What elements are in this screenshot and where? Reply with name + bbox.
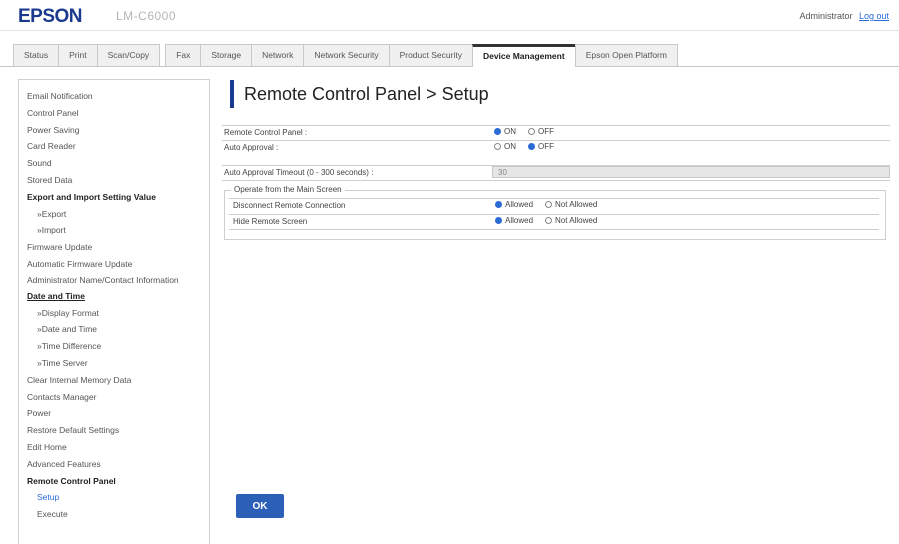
sidebar-item-export[interactable]: »Export	[19, 206, 209, 223]
sidebar-item-sound[interactable]: Sound	[19, 155, 209, 172]
tab-device-management[interactable]: Device Management	[471, 44, 576, 67]
remote-control-panel-radio-group: ON OFF	[494, 127, 566, 136]
admin-area: Administrator Log out	[799, 11, 889, 21]
sidebar-item-edit-home[interactable]: Edit Home	[19, 439, 209, 456]
sidebar-item-automatic-firmware-update[interactable]: Automatic Firmware Update	[19, 256, 209, 273]
operate-from-main-screen-group: Operate from the Main Screen Disconnect …	[224, 185, 886, 240]
tab-network[interactable]: Network	[251, 44, 305, 66]
hide-screen-not-allowed-radio[interactable]: Not Allowed	[545, 216, 597, 225]
tab-fax[interactable]: Fax	[165, 44, 202, 66]
sidebar-item-control-panel[interactable]: Control Panel	[19, 105, 209, 122]
page-title: Remote Control Panel > Setup	[230, 80, 489, 108]
sidebar-item-administrator-name[interactable]: Administrator Name/Contact Information	[19, 273, 209, 288]
disconnect-remote-connection-label: Disconnect Remote Connection	[233, 201, 346, 210]
auto-approval-radio-group: ON OFF	[494, 142, 566, 151]
hide-screen-radio-group: Allowed Not Allowed	[495, 216, 609, 225]
sidebar-item-display-format[interactable]: »Display Format	[19, 305, 209, 322]
auto-approval-timeout-row: Auto Approval Timeout (0 - 300 seconds) …	[222, 165, 890, 181]
remote-control-panel-row: Remote Control Panel : ON OFF	[222, 125, 890, 140]
sidebar-item-time-difference[interactable]: »Time Difference	[19, 338, 209, 355]
remote-control-panel-off-radio[interactable]: OFF	[528, 127, 554, 136]
sidebar-item-setup[interactable]: Setup	[19, 489, 209, 506]
sidebar-heading-export-import[interactable]: Export and Import Setting Value	[19, 189, 209, 206]
sidebar: Email Notification Control Panel Power S…	[18, 79, 210, 544]
auto-approval-off-radio[interactable]: OFF	[528, 142, 554, 151]
sidebar-item-import[interactable]: »Import	[19, 222, 209, 239]
admin-label: Administrator	[799, 11, 853, 21]
tab-print[interactable]: Print	[58, 44, 98, 66]
tab-bar: Status Print Scan/Copy Fax Storage Netwo…	[0, 44, 899, 67]
sidebar-item-time-server[interactable]: »Time Server	[19, 355, 209, 372]
remote-control-panel-on-radio[interactable]: ON	[494, 127, 516, 136]
auto-approval-on-radio[interactable]: ON	[494, 142, 516, 151]
sidebar-item-advanced-features[interactable]: Advanced Features	[19, 456, 209, 473]
radio-unselected-icon	[494, 143, 501, 150]
sidebar-item-contacts-manager[interactable]: Contacts Manager	[19, 389, 209, 406]
radio-unselected-icon	[545, 201, 553, 208]
epson-logo: EPSON	[18, 6, 83, 27]
auto-approval-timeout-input[interactable]: 30	[492, 166, 890, 178]
sidebar-heading-date-and-time[interactable]: Date and Time	[19, 288, 209, 305]
auto-approval-label: Auto Approval :	[224, 143, 279, 152]
sidebar-item-power[interactable]: Power	[19, 405, 209, 422]
tab-status[interactable]: Status	[13, 44, 60, 66]
radio-selected-icon	[495, 217, 502, 224]
sidebar-item-stored-data[interactable]: Stored Data	[19, 172, 209, 189]
hide-remote-screen-label: Hide Remote Screen	[233, 217, 308, 226]
header-bar: EPSON LM-C6000 Administrator Log out	[0, 0, 899, 31]
tab-storage[interactable]: Storage	[200, 44, 253, 66]
tab-scan-copy[interactable]: Scan/Copy	[96, 44, 161, 66]
disconnect-allowed-radio[interactable]: Allowed	[495, 200, 533, 209]
sidebar-item-date-and-time[interactable]: »Date and Time	[19, 321, 209, 338]
disconnect-radio-group: Allowed Not Allowed	[495, 200, 609, 209]
model-name: LM-C6000	[116, 9, 177, 23]
radio-selected-icon	[528, 143, 535, 150]
remote-control-panel-label: Remote Control Panel :	[224, 128, 308, 137]
disconnect-not-allowed-radio[interactable]: Not Allowed	[545, 200, 597, 209]
sidebar-item-power-saving[interactable]: Power Saving	[19, 122, 209, 139]
auto-approval-timeout-label: Auto Approval Timeout (0 - 300 seconds) …	[224, 168, 374, 177]
tab-product-security[interactable]: Product Security	[388, 44, 473, 66]
radio-selected-icon	[494, 128, 501, 135]
auto-approval-row: Auto Approval : ON OFF	[222, 140, 890, 155]
tabs: Status Print Scan/Copy Fax Storage Netwo…	[13, 44, 678, 67]
radio-unselected-icon	[545, 217, 553, 224]
sidebar-item-card-reader[interactable]: Card Reader	[19, 138, 209, 155]
radio-selected-icon	[495, 201, 502, 208]
sidebar-item-email-notification[interactable]: Email Notification	[19, 88, 209, 105]
disconnect-remote-connection-row: Disconnect Remote Connection Allowed Not…	[229, 198, 879, 213]
sidebar-item-clear-internal-memory[interactable]: Clear Internal Memory Data	[19, 372, 209, 389]
logout-link[interactable]: Log out	[859, 11, 889, 21]
sidebar-item-execute[interactable]: Execute	[19, 506, 209, 523]
hide-screen-allowed-radio[interactable]: Allowed	[495, 216, 533, 225]
main-content: Remote Control Panel > Setup Remote Cont…	[222, 80, 890, 543]
tab-epson-open-platform[interactable]: Epson Open Platform	[574, 44, 678, 66]
hide-remote-screen-row: Hide Remote Screen Allowed Not Allowed	[229, 214, 879, 230]
ok-button[interactable]: OK	[236, 494, 284, 518]
sidebar-item-restore-default[interactable]: Restore Default Settings	[19, 422, 209, 439]
tab-network-security[interactable]: Network Security	[303, 44, 390, 66]
sidebar-heading-remote-control-panel[interactable]: Remote Control Panel	[19, 473, 209, 490]
sidebar-item-firmware-update[interactable]: Firmware Update	[19, 239, 209, 256]
radio-unselected-icon	[528, 128, 535, 135]
operate-group-legend: Operate from the Main Screen	[231, 185, 345, 194]
